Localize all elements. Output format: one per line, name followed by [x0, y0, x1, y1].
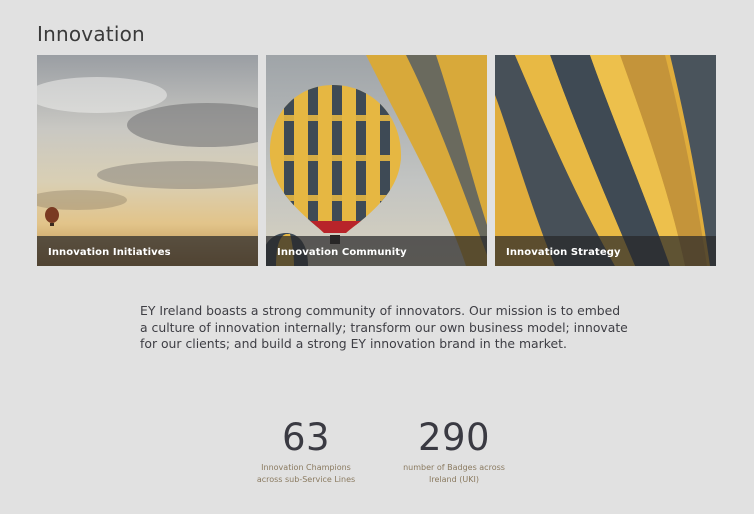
innovation-page: Innovation Innovation Initiatives Innova… [0, 0, 754, 514]
hot-air-balloon-photo [266, 55, 487, 266]
balloon-envelope-photo [495, 55, 716, 266]
page-title: Innovation [37, 22, 145, 46]
intro-paragraph: EY Ireland boasts a strong community of … [140, 303, 628, 351]
card-label: Innovation Strategy [506, 247, 621, 258]
stat-label: number of Badges across Ireland (UKI) [395, 462, 513, 486]
card-innovation-community[interactable]: Innovation Community [266, 55, 487, 266]
stat-innovation-champions: 63 Innovation Champions across sub-Servi… [245, 418, 367, 486]
innovation-cards: Innovation Initiatives Innovation Commun… [37, 55, 717, 266]
stat-label-line: Innovation Champions [261, 463, 351, 472]
sunset-sky-photo [37, 55, 258, 266]
stat-label-line: across sub-Service Lines [256, 475, 356, 484]
stat-value: 63 [281, 416, 331, 459]
stat-badges: 290 number of Badges across Ireland (UKI… [395, 418, 513, 486]
card-innovation-initiatives[interactable]: Innovation Initiatives [37, 55, 258, 266]
card-innovation-strategy[interactable]: Innovation Strategy [495, 55, 716, 266]
card-label: Innovation Initiatives [48, 247, 171, 258]
stat-label-line: number of Badges across [403, 463, 505, 472]
stat-label-line: Ireland (UKI) [429, 475, 479, 484]
card-label: Innovation Community [277, 247, 407, 258]
stat-label: Innovation Champions across sub-Service … [245, 462, 367, 486]
stat-value: 290 [417, 416, 491, 459]
